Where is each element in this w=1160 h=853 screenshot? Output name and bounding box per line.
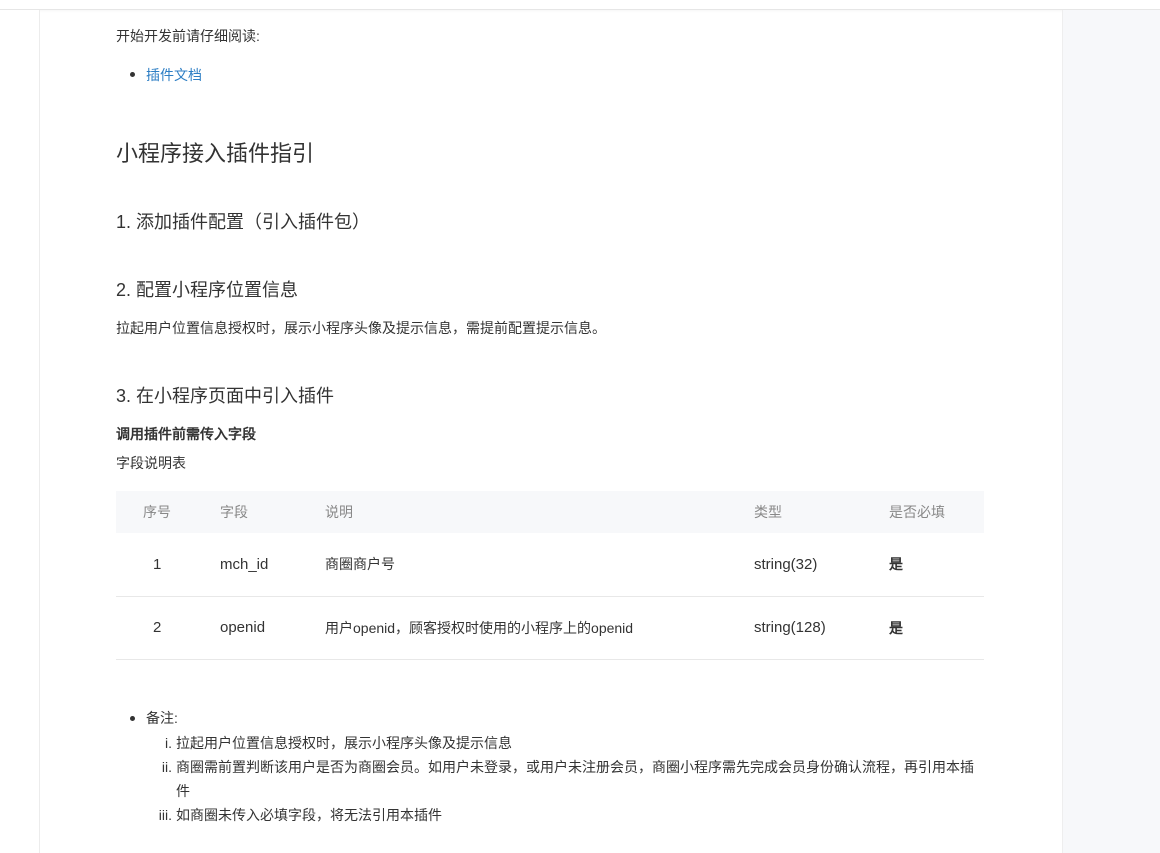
note-marker: iii.	[158, 807, 172, 823]
notes-item: 备注: i. 拉起用户位置信息授权时，展示小程序头像及提示信息 ii. 商圈需前…	[130, 707, 990, 827]
doc-link-list: 插件文档	[130, 65, 202, 85]
section-title-2: 2. 配置小程序位置信息	[116, 280, 299, 300]
header-description: 说明	[325, 504, 353, 520]
bullet-icon	[130, 716, 135, 721]
cell-required: 是	[889, 556, 903, 573]
header-required: 是否必填	[889, 504, 945, 520]
table-row: 1 mch_id 商圈商户号 string(32) 是	[116, 533, 984, 596]
note-text: 如商圈未传入必填字段，将无法引用本插件	[176, 807, 442, 823]
cell-type: string(32)	[754, 555, 818, 573]
section-2-paragraph: 拉起用户位置信息授权时，展示小程序头像及提示信息，需提前配置提示信息。	[116, 320, 606, 336]
right-side-panel	[1062, 10, 1160, 853]
note-text: 商圈需前置判断该用户是否为商圈会员。如用户未登录，或用户未注册会员，商圈小程序需…	[176, 759, 974, 799]
cell-index: 2	[153, 619, 162, 636]
cell-description: 商圈商户号	[325, 556, 395, 573]
plugin-docs-link[interactable]: 插件文档	[146, 67, 202, 83]
cell-description: 用户openid，顾客授权时使用的小程序上的openid	[325, 619, 634, 636]
cell-field: mch_id	[220, 555, 269, 573]
table-body: 1 mch_id 商圈商户号 string(32) 是 2 openid 用户o…	[116, 533, 984, 659]
bullet-icon	[130, 72, 135, 77]
fields-table: 序号 字段 说明 类型 是否必填 1 mch_id 商圈商户号 string(3…	[116, 491, 984, 660]
cell-required: 是	[889, 619, 903, 636]
left-gutter	[0, 10, 40, 853]
header-index: 序号	[143, 504, 171, 520]
cell-index: 1	[153, 555, 162, 573]
top-bar	[0, 0, 1160, 10]
note-marker: ii.	[161, 759, 172, 775]
section-title-1: 1. 添加插件配置（引入插件包）	[116, 212, 371, 232]
header-field: 字段	[220, 504, 248, 520]
table-caption: 字段说明表	[116, 455, 186, 471]
cell-type: string(128)	[754, 619, 826, 636]
note-marker: i.	[165, 735, 172, 751]
note-item: iii. 如商圈未传入必填字段，将无法引用本插件	[146, 803, 986, 827]
note-item: ii. 商圈需前置判断该用户是否为商圈会员。如用户未登录，或用户未注册会员，商圈…	[146, 755, 986, 803]
cell-field: openid	[220, 619, 266, 636]
header-type: 类型	[754, 504, 782, 520]
list-item: 插件文档	[130, 65, 202, 85]
section-title-3: 3. 在小程序页面中引入插件	[116, 386, 335, 406]
table-header: 序号 字段 说明 类型 是否必填	[116, 491, 984, 533]
page-heading: 小程序接入插件指引	[116, 141, 315, 166]
table-row: 2 openid 用户openid，顾客授权时使用的小程序上的openid st…	[116, 596, 984, 659]
intro-text: 开始开发前请仔细阅读:	[116, 28, 260, 44]
note-item: i. 拉起用户位置信息授权时，展示小程序头像及提示信息	[146, 731, 986, 755]
note-text: 拉起用户位置信息授权时，展示小程序头像及提示信息	[176, 735, 512, 751]
notes-list: 备注: i. 拉起用户位置信息授权时，展示小程序头像及提示信息 ii. 商圈需前…	[130, 707, 990, 827]
fields-required-heading: 调用插件前需传入字段	[116, 426, 256, 442]
table-header-row: 序号 字段 说明 类型 是否必填	[116, 491, 984, 533]
notes-label: 备注:	[146, 710, 178, 726]
notes-sublist: i. 拉起用户位置信息授权时，展示小程序头像及提示信息 ii. 商圈需前置判断该…	[146, 731, 990, 827]
